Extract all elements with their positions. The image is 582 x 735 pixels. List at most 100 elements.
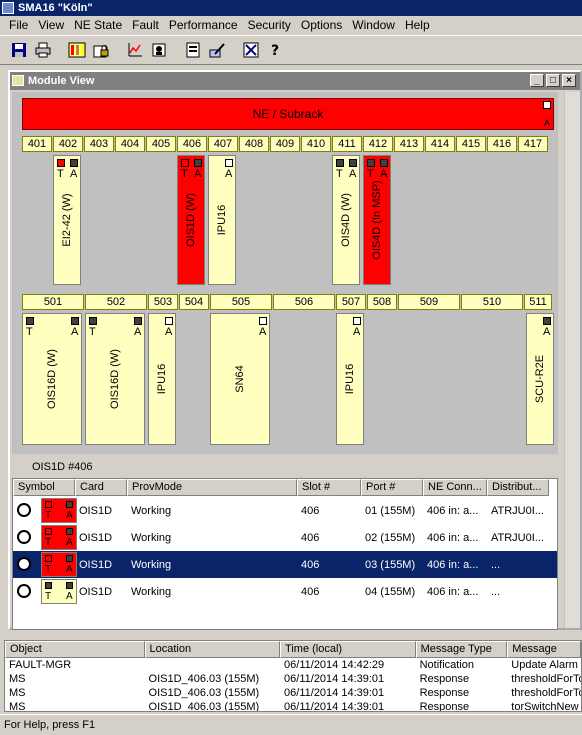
slot-number[interactable]: 508 <box>367 294 397 310</box>
slot-number[interactable]: 407 <box>208 136 238 152</box>
log-row[interactable]: FAULT-MGR 06/11/2014 14:42:29 Notificati… <box>5 658 581 672</box>
slot-number[interactable]: 415 <box>456 136 486 152</box>
column-header-ne-conn[interactable]: NE Conn... <box>423 479 487 496</box>
slot-number[interactable]: 503 <box>148 294 178 310</box>
card-ois16d-501[interactable]: T A OIS16D (W) <box>22 313 82 445</box>
column-header-slot[interactable]: Slot # <box>297 479 361 496</box>
table-row[interactable]: TA OIS1D Working 406 02 (155M) 406 in: a… <box>13 524 557 551</box>
performance-button[interactable] <box>124 39 146 61</box>
help-button[interactable]: ? <box>264 39 286 61</box>
module-view-button[interactable] <box>66 39 88 61</box>
slot-number[interactable]: 507 <box>336 294 366 310</box>
print-button[interactable] <box>32 39 54 61</box>
menu-window[interactable]: Window <box>347 18 400 32</box>
card-a-label: A <box>225 168 233 180</box>
slot-number[interactable]: 510 <box>461 294 523 310</box>
slot-number[interactable]: 411 <box>332 136 362 152</box>
log-column-message-type[interactable]: Message Type <box>415 641 508 658</box>
card-ei2-42[interactable]: T A EI2-42 (W) <box>53 155 81 285</box>
card-a-indicator <box>259 317 267 325</box>
disconnect-icon <box>243 42 259 58</box>
slot-number[interactable]: 404 <box>115 136 145 152</box>
slot-number[interactable]: 511 <box>524 294 552 310</box>
edit-button[interactable] <box>206 39 228 61</box>
log-column-object[interactable]: Object <box>5 641 145 658</box>
column-header-distrib[interactable]: Distribut... <box>487 479 549 496</box>
card-ipu16-503[interactable]: A IPU16 <box>148 313 176 445</box>
ne-subrack-bar[interactable]: NE / Subrack A <box>22 98 554 130</box>
log-column-message[interactable]: Message <box>507 641 581 658</box>
slot-number[interactable]: 504 <box>179 294 209 310</box>
card-ois16d-502[interactable]: T A OIS16D (W) <box>85 313 145 445</box>
port-card-icon: TA <box>41 552 77 577</box>
table-row[interactable]: TA OIS1D Working 406 04 (155M) 406 in: a… <box>13 578 557 605</box>
slot-number[interactable]: 402 <box>53 136 83 152</box>
slot-number[interactable]: 416 <box>487 136 517 152</box>
log-row[interactable]: MS OIS1D_406.03 (155M) 06/11/2014 14:39:… <box>5 700 581 711</box>
card-ois4d-msp[interactable]: T A OIS4D (In MSP) <box>363 155 391 285</box>
slot-number[interactable]: 403 <box>84 136 114 152</box>
log-cell-time: 06/11/2014 14:42:29 <box>284 659 385 671</box>
slot-number[interactable]: 410 <box>301 136 331 152</box>
slot-number[interactable]: 409 <box>270 136 300 152</box>
card-name: OIS4D (In MSP) <box>371 180 383 260</box>
menu-ne-state[interactable]: NE State <box>69 18 127 32</box>
table-row-selected[interactable]: TA OIS1D Working 406 03 (155M) 406 in: a… <box>13 551 557 578</box>
chart-icon <box>128 43 142 57</box>
column-header-card[interactable]: Card <box>75 479 127 496</box>
card-a-indicator <box>70 159 78 167</box>
slot-number[interactable]: 501 <box>22 294 84 310</box>
maximize-button[interactable]: □ <box>546 74 560 87</box>
card-ois4d[interactable]: T A OIS4D (W) <box>332 155 360 285</box>
menu-fault[interactable]: Fault <box>127 18 164 32</box>
port-state-icon <box>17 557 31 571</box>
module-view-title-bar[interactable]: Module View _ □ × <box>10 72 580 90</box>
card-t-indicator <box>57 159 65 167</box>
column-header-symbol[interactable]: Symbol <box>13 479 75 496</box>
menu-security[interactable]: Security <box>243 18 296 32</box>
column-header-port[interactable]: Port # <box>361 479 423 496</box>
card-ipu16-507[interactable]: A IPU16 <box>336 313 364 445</box>
save-button[interactable] <box>8 39 30 61</box>
slot-number[interactable]: 406 <box>177 136 207 152</box>
security-button[interactable] <box>90 39 112 61</box>
close-button[interactable]: × <box>562 74 576 87</box>
slot-number[interactable]: 414 <box>425 136 455 152</box>
slot-number[interactable]: 509 <box>398 294 460 310</box>
slot-number[interactable]: 506 <box>273 294 335 310</box>
menu-options[interactable]: Options <box>296 18 347 32</box>
slot-number[interactable]: 408 <box>239 136 269 152</box>
app-icon <box>2 2 14 14</box>
slot-number[interactable]: 417 <box>518 136 548 152</box>
menu-performance[interactable]: Performance <box>164 18 243 32</box>
log-column-location[interactable]: Location <box>144 641 281 658</box>
slot-number[interactable]: 412 <box>363 136 393 152</box>
card-scu-r2e[interactable]: A SCU-R2E <box>526 313 554 445</box>
module-view-window-icon <box>12 75 24 86</box>
log-row[interactable]: MS OIS1D_406.03 (155M) 06/11/2014 14:39:… <box>5 686 581 700</box>
card-name: IPU16 <box>344 363 356 395</box>
slot-number[interactable]: 413 <box>394 136 424 152</box>
access-button[interactable] <box>148 39 170 61</box>
menu-help[interactable]: Help <box>400 18 435 32</box>
slot-number[interactable]: 502 <box>85 294 147 310</box>
module-view-scrollbar[interactable] <box>564 92 580 628</box>
log-cell-object: MS <box>9 687 26 699</box>
table-row[interactable]: TA OIS1D Working 406 01 (155M) 406 in: a… <box>13 497 557 524</box>
log-column-time[interactable]: Time (local) <box>280 641 416 658</box>
card-ipu16[interactable]: A IPU16 <box>208 155 236 285</box>
slot-number[interactable]: 405 <box>146 136 176 152</box>
menu-file[interactable]: File <box>4 18 33 32</box>
slot-number[interactable]: 401 <box>22 136 52 152</box>
card-sn64[interactable]: A SN64 <box>210 313 270 445</box>
log-row[interactable]: MS OIS1D_406.03 (155M) 06/11/2014 14:39:… <box>5 672 581 686</box>
config-button[interactable] <box>182 39 204 61</box>
column-header-provmode[interactable]: ProvMode <box>127 479 297 496</box>
port-state-icon <box>17 584 31 598</box>
port-card-icon: TA <box>41 498 77 523</box>
slot-number[interactable]: 505 <box>210 294 272 310</box>
minimize-button[interactable]: _ <box>530 74 544 87</box>
menu-view[interactable]: View <box>33 18 69 32</box>
disconnect-button[interactable] <box>240 39 262 61</box>
card-ois1d[interactable]: T A OIS1D (W) <box>177 155 205 285</box>
